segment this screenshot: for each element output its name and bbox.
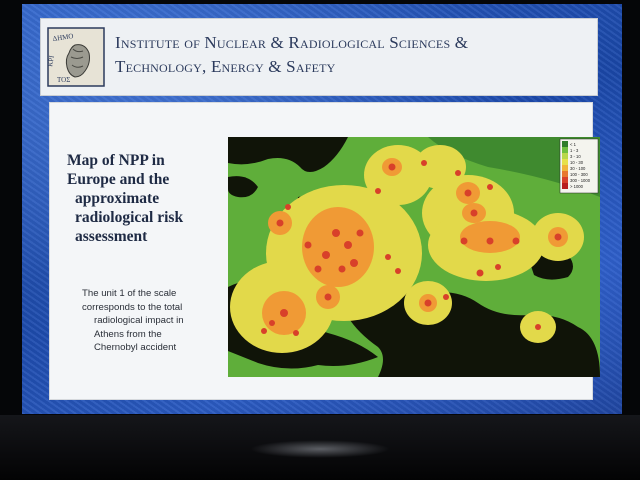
legend-label: < 1: [570, 142, 577, 147]
note-line: Chernobyl accident: [94, 342, 177, 354]
institute-title-line-2: Technology, Energy & Safety: [115, 57, 336, 76]
legend-label: 10 - 30: [570, 160, 584, 165]
map-legend: < 1 1 - 3 3 - 10 10 - 30 30 - 100 100 - …: [559, 138, 599, 194]
legend-label: 30 - 100: [570, 166, 586, 171]
scale-note: The unit 1 of the scale corresponds to t…: [82, 287, 222, 355]
note-line: corresponds to the total: [82, 301, 183, 313]
institute-title-line-1: Institute of Nuclear & Radiological Scie…: [115, 33, 469, 52]
slide-header: ΔΗΜΟ ΚΡΙ ΤΟΣ Institute of Nuclear & Radi…: [40, 18, 598, 96]
note-line: radiological impact in: [94, 315, 184, 327]
institute-logo: ΔΗΜΟ ΚΡΙ ΤΟΣ: [47, 27, 105, 87]
legend-label: 3 - 10: [570, 154, 581, 159]
legend-label: 1 - 3: [570, 148, 579, 153]
heading-line: Europe and the: [67, 171, 170, 188]
note-line: Athens from the: [94, 328, 162, 340]
heading-line: assessment: [75, 228, 148, 245]
monitor-screen: ΔΗΜΟ ΚΡΙ ΤΟΣ Institute of Nuclear & Radi…: [22, 4, 622, 414]
heading-line: Map of NPP in: [67, 152, 165, 169]
map-heading: Map of NPP in Europe and the approximate…: [67, 151, 217, 246]
heading-line: approximate: [75, 190, 160, 207]
note-line: The unit 1 of the scale: [82, 288, 177, 299]
legend-label: 100 - 300: [570, 172, 588, 177]
legend-label: > 1000: [570, 184, 584, 189]
legend-label: 300 - 1000: [570, 178, 591, 183]
monitor-power-light: [250, 440, 390, 458]
risk-map-svg: < 1 1 - 3 3 - 10 10 - 30 30 - 100 100 - …: [228, 137, 600, 377]
risk-map: < 1 1 - 3 3 - 10 10 - 30 30 - 100 100 - …: [228, 137, 600, 377]
svg-text:ΤΟΣ: ΤΟΣ: [57, 76, 70, 84]
heading-line: radiological risk: [75, 209, 184, 226]
slide-content: Map of NPP in Europe and the approximate…: [49, 102, 600, 400]
